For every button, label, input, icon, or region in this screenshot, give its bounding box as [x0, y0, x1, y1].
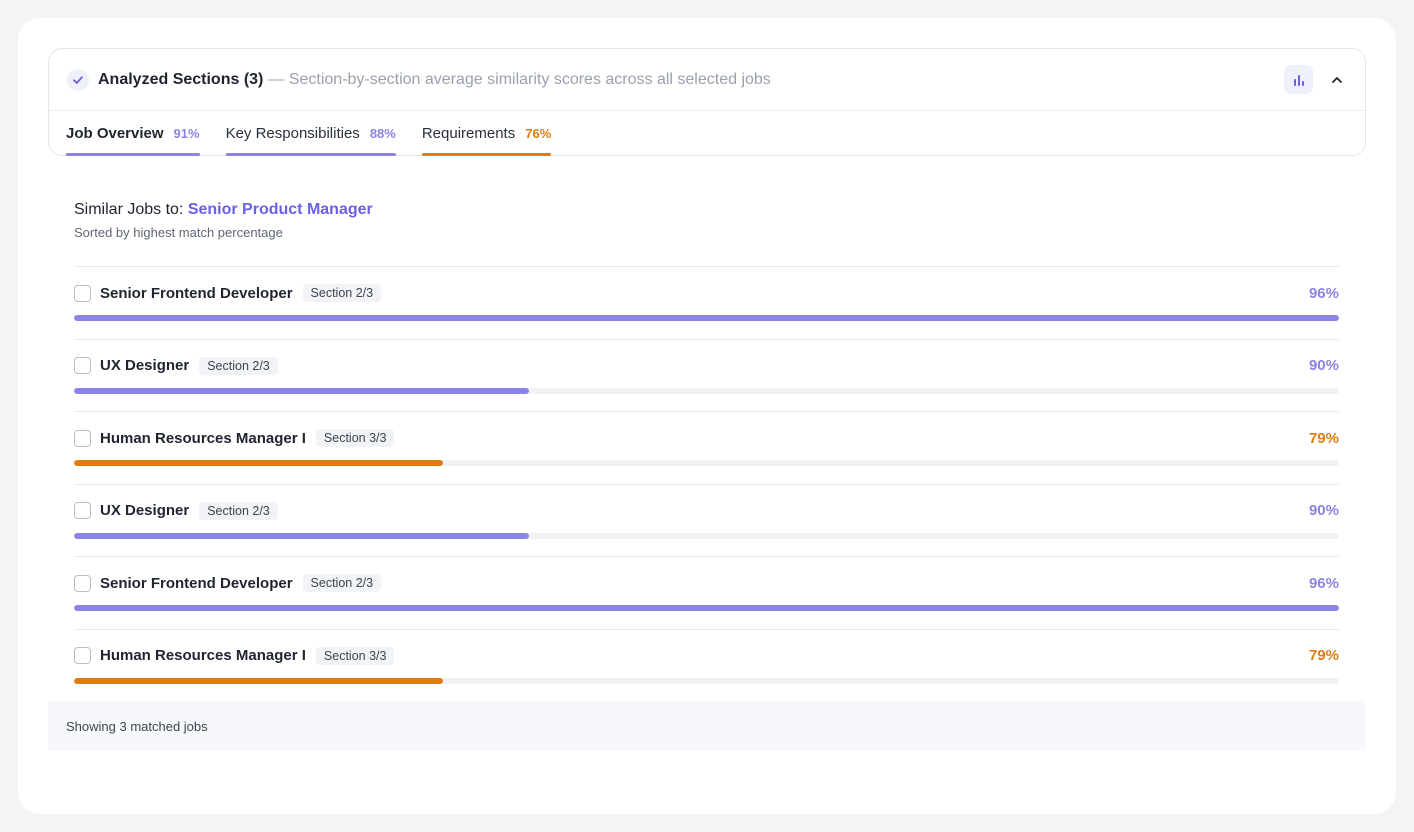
- match-percent: 96%: [1308, 574, 1339, 592]
- results-count: Showing 3 matched jobs: [66, 718, 208, 734]
- similar-jobs-heading: Similar Jobs to: Senior Product Manager …: [74, 201, 373, 240]
- tab-percent: 88%: [369, 126, 396, 141]
- job-title[interactable]: UX Designer: [100, 502, 189, 519]
- panel-header[interactable]: Analyzed Sections (3) — Section-by-secti…: [49, 49, 1365, 111]
- job-row[interactable]: UX Designer Section 2/3 90%: [74, 338, 1339, 412]
- tab-label: Key Responsibilities: [225, 125, 360, 142]
- match-bar-track: [74, 677, 1339, 684]
- match-bar-fill: [74, 532, 530, 539]
- job-row[interactable]: UX Designer Section 2/3 90%: [74, 483, 1339, 557]
- chart-view-button[interactable]: [1284, 65, 1313, 94]
- job-checkbox[interactable]: [74, 502, 91, 520]
- tab-requirements[interactable]: Requirements 76%: [421, 111, 552, 156]
- job-title[interactable]: Senior Frontend Developer: [100, 575, 293, 592]
- match-percent: 79%: [1308, 647, 1339, 665]
- analyzed-sections-panel: Analyzed Sections (3) — Section-by-secti…: [48, 48, 1366, 156]
- target-job-name[interactable]: Senior Product Manager: [188, 201, 373, 218]
- collapse-button[interactable]: [1327, 70, 1347, 90]
- card: Analyzed Sections (3) — Section-by-secti…: [18, 18, 1396, 814]
- panel-subtitle: — Section-by-section average similarity …: [268, 70, 771, 88]
- match-bar-fill: [74, 387, 530, 394]
- match-bar-track: [74, 387, 1339, 394]
- tab-key-responsibilities[interactable]: Key Responsibilities 88%: [225, 111, 396, 156]
- job-row[interactable]: Senior Frontend Developer Section 2/3 96%: [74, 556, 1339, 629]
- match-bar-track: [74, 315, 1339, 321]
- job-checkbox[interactable]: [74, 574, 91, 592]
- section-badge: Section 3/3: [315, 646, 395, 665]
- job-row[interactable]: Human Resources Manager I Section 3/3 79%: [74, 628, 1339, 702]
- job-checkbox[interactable]: [74, 647, 91, 665]
- similar-jobs-title: Similar Jobs to: Senior Product Manager: [74, 201, 373, 219]
- job-list: Senior Frontend Developer Section 2/3 96% U…: [74, 266, 1339, 702]
- section-badge: Section 2/3: [199, 501, 278, 520]
- section-badge: Section 3/3: [315, 429, 395, 448]
- tab-underline: [421, 153, 552, 156]
- tab-label: Job Overview: [66, 125, 164, 142]
- tab-underline: [66, 153, 200, 156]
- section-tabs: Job Overview 91% Key Responsibilities 88% Re…: [49, 111, 1365, 156]
- match-percent: 90%: [1308, 357, 1339, 375]
- section-badge: Section 2/3: [302, 284, 382, 302]
- job-title[interactable]: Human Resources Manager I: [100, 647, 306, 664]
- match-bar-track: [74, 460, 1339, 467]
- section-badge: Section 2/3: [302, 574, 382, 593]
- match-bar-fill: [74, 460, 444, 467]
- panel-title: Analyzed Sections (3): [98, 70, 264, 88]
- match-percent: 79%: [1308, 429, 1339, 447]
- match-bar-track: [74, 532, 1339, 539]
- tab-percent: 91%: [173, 126, 200, 141]
- chevron-up-icon: [1332, 76, 1342, 83]
- job-row[interactable]: Senior Frontend Developer Section 2/3 96%: [74, 266, 1339, 339]
- results-footer: Showing 3 matched jobs: [48, 701, 1366, 751]
- tab-percent: 76%: [525, 126, 552, 141]
- job-row[interactable]: Human Resources Manager I Section 3/3 79%: [74, 411, 1339, 484]
- match-percent: 90%: [1308, 502, 1339, 520]
- job-checkbox[interactable]: [74, 357, 91, 375]
- job-title[interactable]: Senior Frontend Developer: [100, 285, 293, 302]
- tab-job-overview[interactable]: Job Overview 91%: [66, 111, 200, 156]
- match-bar-fill: [74, 605, 1339, 612]
- check-icon: [67, 68, 89, 91]
- section-badge: Section 2/3: [199, 356, 278, 375]
- sort-note: Sorted by highest match percentage: [74, 225, 283, 240]
- job-title[interactable]: UX Designer: [100, 357, 189, 374]
- job-checkbox[interactable]: [74, 284, 91, 302]
- tab-underline: [225, 153, 396, 156]
- match-bar-track: [74, 605, 1339, 612]
- similar-prefix: Similar Jobs to:: [74, 201, 188, 218]
- tab-label: Requirements: [421, 125, 516, 142]
- bar-chart-icon: [1293, 74, 1304, 86]
- job-checkbox[interactable]: [74, 429, 91, 447]
- match-percent: 96%: [1308, 284, 1339, 302]
- match-bar-fill: [74, 677, 444, 684]
- match-bar-fill: [74, 315, 1339, 321]
- job-title[interactable]: Human Resources Manager I: [100, 430, 306, 447]
